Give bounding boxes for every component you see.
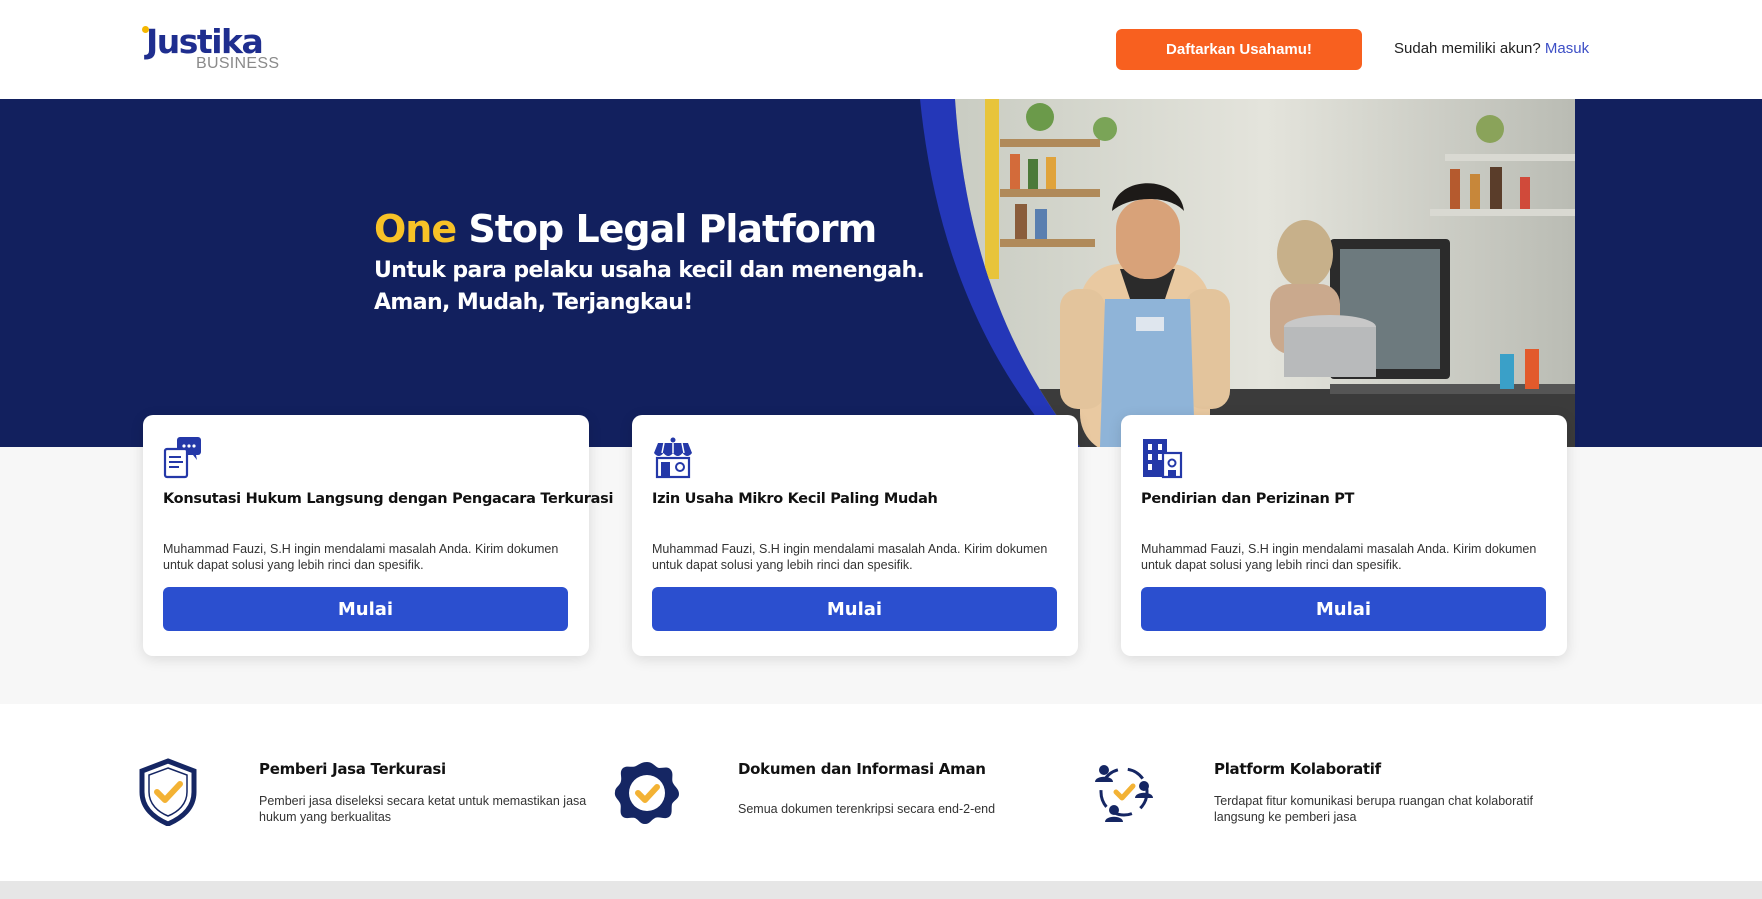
chat-document-icon xyxy=(163,437,201,479)
service-card-micro-business-permit: Izin Usaha Mikro Kecil Paling Mudah Muha… xyxy=(632,415,1078,656)
start-company-establishment-button[interactable]: Mulai xyxy=(1141,587,1546,631)
feature-description: Terdapat fitur komunikasi berupa ruangan… xyxy=(1214,794,1533,824)
login-prompt: Sudah memiliki akun? Masuk xyxy=(1394,40,1589,58)
register-business-button[interactable]: Daftarkan Usahamu! xyxy=(1116,29,1362,70)
hero-subtitle-line1: Untuk para pelaku usaha kecil dan meneng… xyxy=(374,258,925,283)
service-card-company-establishment: Pendirian dan Perizinan PT Muhammad Fauz… xyxy=(1121,415,1567,656)
top-navbar: Justika BUSINESS Daftarkan Usahamu! Suda… xyxy=(0,0,1762,99)
feature-title: Platform Kolaboratif xyxy=(1214,760,1381,778)
card-title: Izin Usaha Mikro Kecil Paling Mudah xyxy=(652,491,938,507)
hero-banner: One Stop Legal Platform Untuk para pelak… xyxy=(0,99,1762,447)
office-building-icon xyxy=(1143,439,1183,479)
badge-check-icon xyxy=(614,762,679,824)
people-cycle-check-icon xyxy=(1095,765,1153,822)
feature-description: Pemberi jasa diseleksi secara ketat untu… xyxy=(259,794,587,824)
service-card-legal-consultation: Konsutasi Hukum Langsung dengan Pengacar… xyxy=(143,415,613,656)
card-title: Konsutasi Hukum Langsung dengan Pengacar… xyxy=(163,491,614,507)
login-prompt-text: Sudah memiliki akun? xyxy=(1394,40,1541,57)
card-description: Muhammad Fauzi, S.H ingin mendalami masa… xyxy=(652,542,1048,572)
card-title: Pendirian dan Perizinan PT xyxy=(1141,491,1355,507)
feature-title: Dokumen dan Informasi Aman xyxy=(738,760,986,778)
justika-business-logo[interactable]: Justika BUSINESS xyxy=(142,24,282,74)
shield-check-icon xyxy=(139,758,197,826)
card-description: Muhammad Fauzi, S.H ingin mendalami masa… xyxy=(1141,542,1537,572)
start-consultation-button[interactable]: Mulai xyxy=(163,587,568,631)
logo-subtitle: BUSINESS xyxy=(196,55,280,72)
storefront-icon xyxy=(654,437,692,479)
hero-subtitle: Untuk para pelaku usaha kecil dan meneng… xyxy=(374,255,925,319)
feature-title: Pemberi Jasa Terkurasi xyxy=(259,760,446,778)
start-business-permit-button[interactable]: Mulai xyxy=(652,587,1057,631)
hero-title: One Stop Legal Platform xyxy=(374,207,877,251)
hero-subtitle-line2: Aman, Mudah, Terjangkau! xyxy=(374,290,693,315)
footer-strip xyxy=(0,881,1762,899)
feature-description: Semua dokumen terenkripsi secara end-2-e… xyxy=(738,802,996,816)
hero-title-accent: One xyxy=(374,207,457,251)
hero-title-rest: Stop Legal Platform xyxy=(456,207,877,251)
card-description: Muhammad Fauzi, S.H ingin mendalami masa… xyxy=(163,542,559,572)
login-link[interactable]: Masuk xyxy=(1545,40,1589,57)
